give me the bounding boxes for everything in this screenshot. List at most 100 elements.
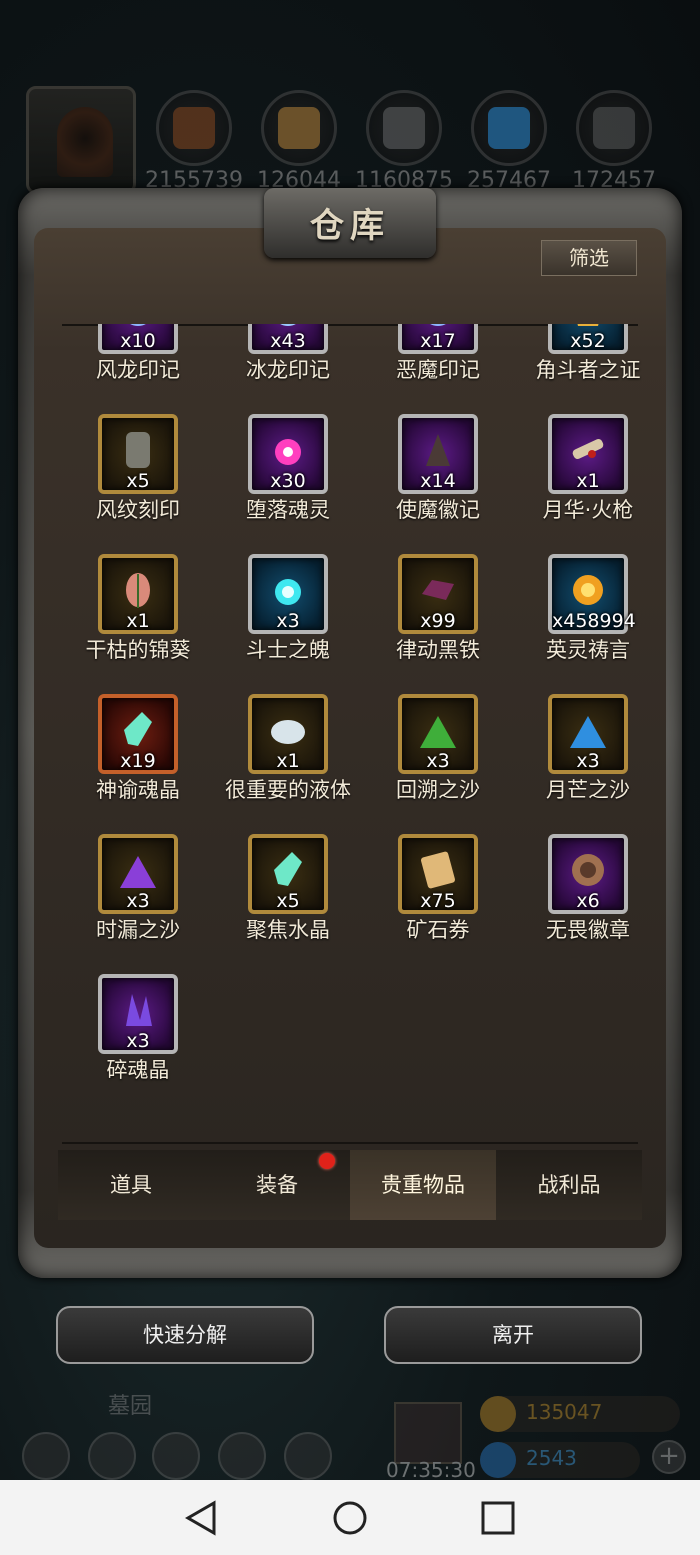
inventory-item[interactable]: x75 矿石券 [358, 834, 508, 964]
item-slot[interactable]: x75 [398, 834, 478, 914]
inventory-item[interactable]: x99 律动黑铁 [358, 554, 508, 684]
item-slot[interactable]: x1 [548, 414, 628, 494]
inventory-item[interactable]: x5 聚焦水晶 [208, 834, 358, 964]
shard-icon [126, 994, 152, 1026]
inventory-item[interactable]: x1 干枯的锦葵 [58, 554, 208, 684]
inventory-item[interactable]: x6 无畏徽章 [508, 834, 658, 964]
inventory-item[interactable]: x3 回溯之沙 [358, 694, 508, 824]
item-slot[interactable]: x43 [248, 324, 328, 354]
quick-decompose-button[interactable]: 快速分解 [56, 1306, 314, 1364]
resource-3-icon[interactable] [366, 90, 442, 166]
item-slot[interactable]: x19 [98, 694, 178, 774]
resource-gem-icon [278, 107, 320, 149]
item-slot[interactable]: x10 [98, 324, 178, 354]
inventory-item[interactable]: x1 月华·火枪 [508, 414, 658, 544]
leave-button[interactable]: 离开 [384, 1306, 642, 1364]
resource-1-icon[interactable] [156, 90, 232, 166]
item-slot[interactable]: x1 [248, 694, 328, 774]
inventory-item[interactable]: x14 使魔徽记 [358, 414, 508, 544]
inventory-item[interactable]: x3 斗士之魄 [208, 554, 358, 684]
warehouse-panel: 仓库 筛选 x10 风龙印记 x43 冰龙印记 x17 恶魔印记 x52 角斗者之证 x5 风纹刻… [18, 188, 682, 1278]
event-timer: 07:35:30 [386, 1458, 476, 1482]
item-quantity: x14 [420, 470, 456, 492]
gold-bar: 135047 [480, 1396, 680, 1432]
ingot-icon [422, 580, 454, 600]
item-quantity: x3 [126, 890, 150, 912]
gem-amount: 2543 [526, 1446, 577, 1470]
item-slot[interactable]: x52 [548, 324, 628, 354]
inventory-item[interactable]: x3 碎魂晶 [58, 974, 208, 1104]
item-name: 月华·火枪 [542, 498, 634, 522]
gift-box-icon[interactable] [394, 1402, 462, 1464]
crystal-icon [274, 852, 302, 886]
inventory-item[interactable]: x3 月芒之沙 [508, 694, 658, 824]
hooded-figure-icon [57, 107, 113, 177]
inventory-item[interactable]: x458994 英灵祷言 [508, 554, 658, 684]
inventory-item[interactable]: x3 时漏之沙 [58, 834, 208, 964]
resource-5-icon[interactable] [576, 90, 652, 166]
gem-bar: 2543 [480, 1442, 640, 1478]
filter-button[interactable]: 筛选 [541, 240, 637, 276]
resource-4-icon[interactable] [471, 90, 547, 166]
item-quantity: x5 [126, 470, 150, 492]
add-currency-button[interactable]: + [652, 1440, 686, 1474]
item-slot[interactable]: x3 [398, 694, 478, 774]
resource-gem-icon [383, 107, 425, 149]
item-quantity: x3 [276, 610, 300, 632]
item-quantity: x1 [276, 750, 300, 772]
item-quantity: x458994 [552, 610, 636, 632]
back-icon[interactable] [182, 1500, 222, 1536]
tablet-icon [126, 432, 150, 468]
item-slot[interactable]: x5 [98, 414, 178, 494]
inventory-item[interactable]: x1 很重要的液体 [208, 694, 358, 824]
inventory-item[interactable]: x17 恶魔印记 [358, 324, 508, 404]
item-slot[interactable]: x3 [248, 554, 328, 634]
item-slot[interactable]: x5 [248, 834, 328, 914]
menu-circle-icon[interactable] [22, 1432, 70, 1480]
home-icon[interactable] [330, 1500, 370, 1536]
bottom-divider [62, 1142, 638, 1144]
menu-circle-icon[interactable] [88, 1432, 136, 1480]
item-slot[interactable]: x3 [98, 974, 178, 1054]
system-nav-bar [0, 1480, 700, 1555]
inventory-item[interactable]: x19 神谕魂晶 [58, 694, 208, 824]
menu-circle-icon[interactable] [284, 1432, 332, 1480]
item-slot[interactable]: x3 [98, 834, 178, 914]
item-quantity: x1 [126, 610, 150, 632]
item-quantity: x1 [576, 470, 600, 492]
equipment-alert-dot [319, 1153, 335, 1169]
item-slot[interactable]: x17 [398, 324, 478, 354]
medallion-icon [572, 854, 604, 886]
item-slot[interactable]: x6 [548, 834, 628, 914]
item-slot[interactable]: x3 [548, 694, 628, 774]
tab-loot[interactable]: 战利品 [496, 1150, 642, 1220]
sand-icon [570, 716, 606, 748]
spirit-orb-icon [275, 579, 301, 605]
item-quantity: x6 [576, 890, 600, 912]
inventory-item[interactable]: x10 风龙印记 [58, 324, 208, 404]
item-slot[interactable]: x30 [248, 414, 328, 494]
soul-orb-icon [275, 439, 301, 465]
item-name: 英灵祷言 [546, 638, 630, 662]
tab-valuables[interactable]: 贵重物品 [350, 1150, 496, 1220]
crystal-icon [124, 712, 152, 746]
menu-circle-icon[interactable] [152, 1432, 200, 1480]
item-name: 月芒之沙 [546, 778, 630, 802]
item-name: 无畏徽章 [546, 918, 630, 942]
item-quantity: x3 [576, 750, 600, 772]
inventory-item[interactable]: x43 冰龙印记 [208, 324, 358, 404]
item-slot[interactable]: x1 [98, 554, 178, 634]
item-slot[interactable]: x14 [398, 414, 478, 494]
resource-2-icon[interactable] [261, 90, 337, 166]
inventory-item[interactable]: x30 堕落魂灵 [208, 414, 358, 544]
avatar[interactable] [26, 86, 136, 194]
item-grid[interactable]: x10 风龙印记 x43 冰龙印记 x17 恶魔印记 x52 角斗者之证 x5 风纹刻印 x30 堕落… [58, 324, 658, 1124]
gun-icon [572, 439, 604, 459]
menu-circle-icon[interactable] [218, 1432, 266, 1480]
recents-icon[interactable] [478, 1500, 518, 1536]
tab-items[interactable]: 道具 [58, 1150, 204, 1220]
item-slot[interactable]: x99 [398, 554, 478, 634]
inventory-item[interactable]: x52 角斗者之证 [508, 324, 658, 404]
inventory-item[interactable]: x5 风纹刻印 [58, 414, 208, 544]
item-slot[interactable]: x458994 [548, 554, 636, 634]
